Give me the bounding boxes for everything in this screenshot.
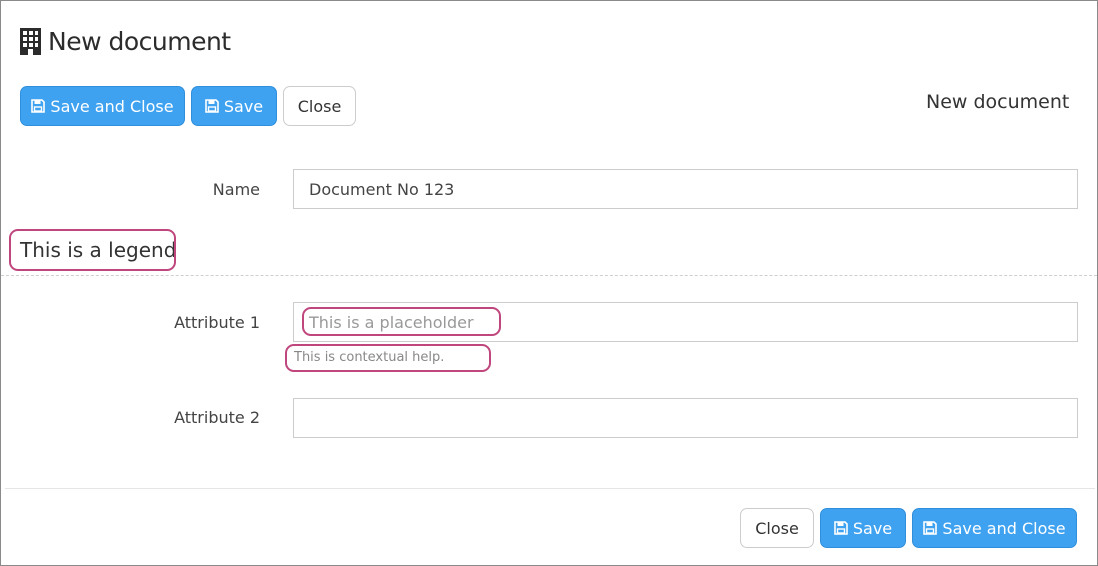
attribute-1-help-text: This is contextual help. xyxy=(294,350,445,365)
attribute-1-field[interactable]: This is a placeholder xyxy=(293,302,1078,342)
close-label: Close xyxy=(755,518,799,538)
save-button-top[interactable]: Save xyxy=(191,86,277,126)
attribute-2-field[interactable] xyxy=(293,398,1078,438)
name-field-value: Document No 123 xyxy=(309,179,455,199)
floppy-disk-icon xyxy=(834,521,848,535)
dialog-window: New document Save and Close Save Close N… xyxy=(0,0,1098,566)
name-label: Name xyxy=(212,180,260,199)
attribute-2-label: Attribute 2 xyxy=(174,408,260,427)
save-label: Save xyxy=(852,518,893,538)
page-title: New document xyxy=(48,26,231,56)
attribute-1-placeholder: This is a placeholder xyxy=(309,312,474,332)
floppy-disk-icon xyxy=(31,99,46,113)
close-button-top[interactable]: Close xyxy=(283,86,356,126)
floppy-disk-icon xyxy=(923,521,938,535)
header-document-title: New document xyxy=(926,91,1070,113)
save-and-close-button-top[interactable]: Save and Close xyxy=(20,86,185,126)
close-label: Close xyxy=(297,96,342,116)
dialog-header: New document xyxy=(20,25,231,57)
section-divider xyxy=(1,275,1097,276)
section-legend: This is a legend xyxy=(20,238,177,262)
save-and-close-label: Save and Close xyxy=(50,96,174,116)
building-icon xyxy=(20,27,41,55)
save-and-close-label: Save and Close xyxy=(942,518,1066,538)
name-field[interactable]: Document No 123 xyxy=(293,169,1078,209)
floppy-disk-icon xyxy=(205,99,219,113)
footer-divider xyxy=(5,488,1095,489)
save-and-close-button-bottom[interactable]: Save and Close xyxy=(912,508,1077,548)
attribute-1-label: Attribute 1 xyxy=(174,313,260,332)
save-button-bottom[interactable]: Save xyxy=(820,508,906,548)
close-button-bottom[interactable]: Close xyxy=(740,508,814,548)
save-label: Save xyxy=(223,96,264,116)
